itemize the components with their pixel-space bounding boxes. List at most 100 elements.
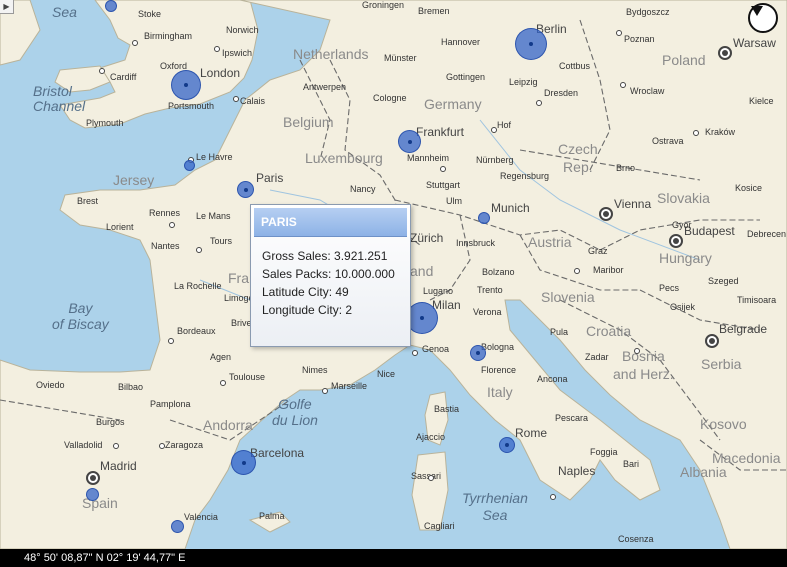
bubble-le-havre[interactable] [184,160,195,171]
label-bastia: Bastia [434,404,460,414]
bubble-rome[interactable] [499,437,515,453]
capital-madrid [86,471,100,485]
label-slovakia: Slovakia [657,190,710,206]
city-dot [99,68,105,74]
collapse-panel-arrow-icon[interactable]: ▶ [0,0,14,14]
label-cosenza: Cosenza [618,534,654,544]
label-rome: Rome [515,426,548,440]
label-bosnia: Bosnia and Herz. [613,348,674,382]
label-krakow: Kraków [705,127,736,137]
city-dot [132,40,138,46]
label-golfe-du-lion: Golfe du Lion [272,396,318,428]
label-marseille: Marseille [331,381,368,391]
label-cagliari: Cagliari [424,521,455,531]
bubble-berlin[interactable] [515,28,547,60]
city-dot [233,96,239,102]
city-dot [113,443,119,449]
label-innsbruck: Innsbruck [456,238,496,248]
label-bologna: Bologna [481,342,515,352]
label-palma: Palma [259,511,285,521]
label-foggia: Foggia [590,447,618,457]
label-kielce: Kielce [749,96,774,106]
bubble-london[interactable] [171,70,201,100]
label-brest: Brest [77,196,99,206]
label-pamplona: Pamplona [150,399,191,409]
label-verona: Verona [473,307,502,317]
label-jersey: Jersey [113,172,155,188]
label-bristol-channel: Bristol Channel [33,83,86,114]
label-maribor: Maribor [593,265,624,275]
label-tours: Tours [210,236,233,246]
bubble-valencia[interactable] [171,520,184,533]
label-frankfurt: Frankfurt [416,125,465,139]
expand-menu-button[interactable] [748,3,778,33]
tooltip-title: PARIS [254,208,407,237]
label-pula: Pula [550,327,569,337]
label-debrecen: Debrecen [747,229,787,239]
bubble-frankfurt[interactable] [398,130,421,153]
label-zurich: Zürich [410,231,444,245]
label-france-partial: Fra [228,270,249,286]
coordinates-readout: 48° 50' 08,87" N 02° 19' 44,77" E [24,552,186,564]
label-ipswich: Ipswich [222,48,253,58]
label-kosovo: Kosovo [700,416,747,432]
label-mannheim: Mannheim [407,153,450,163]
label-la-rochelle: La Rochelle [174,281,222,291]
label-poznan: Poznan [624,34,655,44]
label-belgium: Belgium [283,114,334,130]
label-kosice: Kosice [735,183,763,193]
bubble-madrid[interactable] [86,488,99,501]
label-nice: Nice [377,369,396,379]
label-luxembourg: Luxembourg [305,150,383,166]
city-dot [491,127,497,133]
label-switzerland-partial: and [410,263,434,279]
city-dot [322,388,328,394]
capital-vienna [599,207,613,221]
label-hof: Hof [497,120,512,130]
bubble-munich[interactable] [478,212,490,224]
label-bilbao: Bilbao [118,382,144,392]
label-munster: Münster [384,53,417,63]
label-le-mans: Le Mans [196,211,231,221]
label-zaragoza: Zaragoza [165,440,204,450]
label-genoa: Genoa [422,344,450,354]
label-vienna: Vienna [614,197,652,211]
bubble-barcelona[interactable] [231,450,256,475]
label-lugano: Lugano [423,286,454,296]
label-portsmouth: Portsmouth [168,101,215,111]
label-hannover: Hannover [441,37,481,47]
label-florence: Florence [481,365,517,375]
label-london: London [200,66,241,80]
bubble-bologna[interactable] [470,345,486,361]
label-trento: Trento [477,285,503,295]
label-sassari: Sassari [411,471,442,481]
capital-warsaw [718,46,732,60]
label-gottingen: Gottingen [446,72,486,82]
label-bremen: Bremen [418,6,450,16]
label-warsaw: Warsaw [733,36,776,50]
city-dot [168,338,174,344]
label-osijek: Osijek [670,302,696,312]
label-poland: Poland [662,52,706,68]
bubble-paris[interactable] [237,181,254,198]
label-dresden: Dresden [544,88,579,98]
triangle-down-icon [751,6,763,16]
label-cologne: Cologne [373,93,407,103]
map-canvas[interactable]: Sea Bristol Channel Bay of Biscay Golfe … [0,0,787,549]
bubble-top[interactable] [105,0,117,12]
city-dot [220,380,226,386]
tooltip-longitude: Longitude City: 2 [262,303,353,317]
label-tyrrhenian-sea: Tyrrhenian Sea [462,490,528,523]
label-andorra: Andorra [203,417,253,433]
city-dot [214,46,220,52]
tooltip-body: Gross Sales: 3.921.251 Sales Packs: 10.0… [251,237,410,319]
label-belgrade: Belgrade [719,322,768,336]
label-stuttgart: Stuttgart [426,180,461,190]
label-norwich: Norwich [226,25,259,35]
label-gyor: Gyor [672,220,692,230]
city-dot [536,100,542,106]
label-bolzano: Bolzano [482,267,515,277]
label-slovenia: Slovenia [541,289,595,305]
label-regensburg: Regensburg [500,171,550,181]
label-calais: Calais [240,96,266,106]
